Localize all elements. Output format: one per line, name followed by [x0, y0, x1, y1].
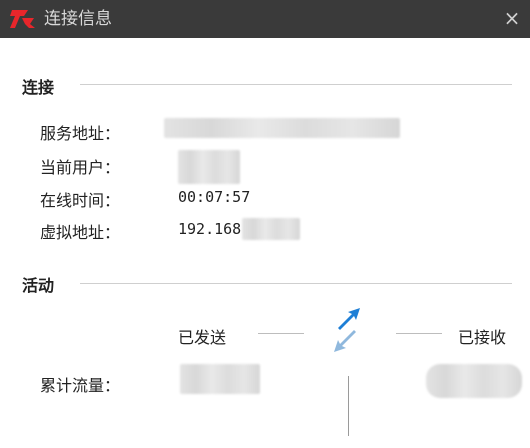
current-user-value-redacted	[178, 150, 240, 184]
virtual-address-redacted	[242, 218, 300, 240]
activity-divider	[80, 283, 512, 284]
virtual-address-label: 虚拟地址：	[40, 223, 121, 242]
service-address-label: 服务地址：	[40, 124, 121, 143]
sent-label: 已发送	[178, 328, 227, 347]
connection-divider	[80, 84, 512, 85]
sent-connector-line	[258, 333, 304, 334]
close-icon[interactable]: ×	[500, 6, 524, 30]
received-connector-line	[396, 333, 442, 334]
sent-traffic-value-redacted	[180, 364, 260, 394]
service-address-value-redacted	[164, 118, 400, 138]
connection-section-title: 连接	[22, 78, 55, 97]
received-traffic-value-redacted	[426, 364, 522, 398]
traffic-label: 累计流量：	[40, 376, 121, 395]
window-title: 连接信息	[44, 9, 112, 29]
traffic-divider-vertical	[348, 376, 349, 436]
online-time-value: 00:07:57	[178, 188, 251, 206]
transfer-arrows-icon	[334, 308, 360, 352]
current-user-label: 当前用户：	[40, 158, 121, 177]
app-logo-icon	[10, 10, 35, 28]
activity-section-title: 活动	[22, 276, 55, 295]
online-time-label: 在线时间：	[40, 191, 121, 210]
title-bar: 连接信息 ×	[0, 0, 530, 38]
virtual-address-value: 192.168	[178, 220, 242, 238]
received-label: 已接收	[458, 328, 507, 347]
